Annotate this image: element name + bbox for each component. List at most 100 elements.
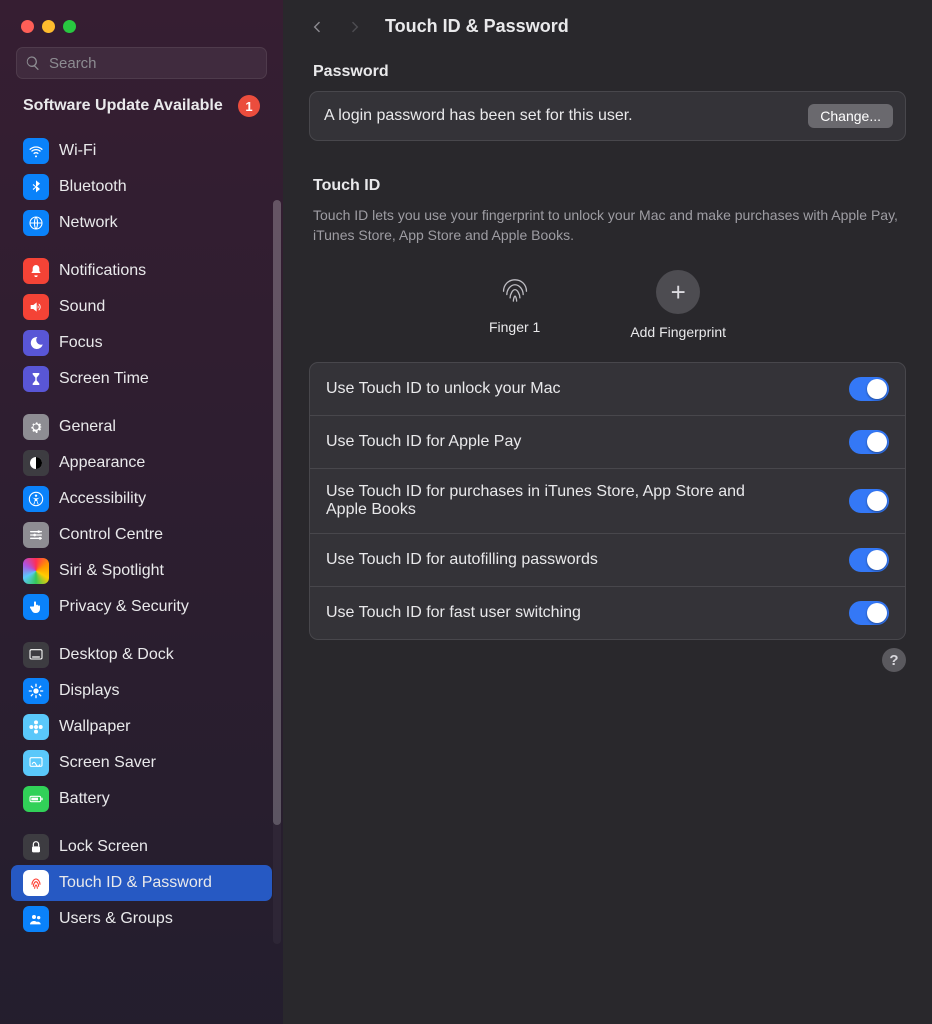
- users-icon: [23, 906, 49, 932]
- fingerprint-list: Finger 1 + Add Fingerprint: [309, 254, 906, 362]
- minimize-window-button[interactable]: [42, 20, 55, 33]
- sidebar-item-accessibility[interactable]: Accessibility: [11, 481, 272, 517]
- sidebar-item-general[interactable]: General: [11, 409, 272, 445]
- sidebar-item-notifications[interactable]: Notifications: [11, 253, 272, 289]
- close-window-button[interactable]: [21, 20, 34, 33]
- fingerprint-label: Finger 1: [489, 319, 540, 335]
- globe-icon: [23, 210, 49, 236]
- sidebar-item-displays[interactable]: Displays: [11, 673, 272, 709]
- plus-icon: +: [656, 270, 700, 314]
- toggle-row: Use Touch ID to unlock your Mac: [310, 363, 905, 415]
- wifi-icon: [23, 138, 49, 164]
- toggle-switch[interactable]: [849, 548, 889, 572]
- zoom-window-button[interactable]: [63, 20, 76, 33]
- search-icon: [25, 55, 41, 71]
- toggle-row: Use Touch ID for purchases in iTunes Sto…: [310, 468, 905, 533]
- toggle-row: Use Touch ID for autofilling passwords: [310, 533, 905, 586]
- help-button[interactable]: ?: [882, 648, 906, 672]
- sidebar-item-desktop-dock[interactable]: Desktop & Dock: [11, 637, 272, 673]
- update-badge: 1: [238, 95, 260, 117]
- gear-icon: [23, 414, 49, 440]
- page-title: Touch ID & Password: [385, 16, 569, 37]
- header: Touch ID & Password: [309, 16, 906, 37]
- sun-icon: [23, 678, 49, 704]
- search-input[interactable]: [47, 54, 258, 73]
- dock-icon: [23, 642, 49, 668]
- sidebar-item-label: Touch ID & Password: [59, 874, 212, 892]
- screensaver-icon: [23, 750, 49, 776]
- sidebar-item-wallpaper[interactable]: Wallpaper: [11, 709, 272, 745]
- lock-icon: [23, 834, 49, 860]
- nav-forward-icon[interactable]: [347, 17, 363, 37]
- sidebar-item-screen-saver[interactable]: Screen Saver: [11, 745, 272, 781]
- sidebar-item-label: Users & Groups: [59, 910, 173, 928]
- sidebar-item-lock-screen[interactable]: Lock Screen: [11, 829, 272, 865]
- sidebar-item-sound[interactable]: Sound: [11, 289, 272, 325]
- sidebar-item-label: Bluetooth: [59, 178, 127, 196]
- toggle-label: Use Touch ID for fast user switching: [326, 604, 581, 622]
- sidebar-item-label: Siri & Spotlight: [59, 562, 164, 580]
- fingerprint-item[interactable]: Finger 1: [489, 270, 540, 340]
- toggle-switch[interactable]: [849, 489, 889, 513]
- add-fingerprint-label: Add Fingerprint: [630, 324, 726, 340]
- sidebar-item-battery[interactable]: Battery: [11, 781, 272, 817]
- sidebar-item-touch-id-password[interactable]: Touch ID & Password: [11, 865, 272, 901]
- hourglass-icon: [23, 366, 49, 392]
- password-section-title: Password: [309, 55, 906, 91]
- hand-icon: [23, 594, 49, 620]
- sidebar-item-screen-time[interactable]: Screen Time: [11, 361, 272, 397]
- sidebar-item-label: Wi-Fi: [59, 142, 96, 160]
- fingerprint-icon: [23, 870, 49, 896]
- toggle-label: Use Touch ID for Apple Pay: [326, 433, 521, 451]
- software-update-row[interactable]: Software Update Available 1: [5, 91, 278, 127]
- add-fingerprint-button[interactable]: + Add Fingerprint: [630, 270, 726, 340]
- nav-back-icon[interactable]: [309, 17, 325, 37]
- sidebar-item-appearance[interactable]: Appearance: [11, 445, 272, 481]
- sidebar-item-privacy-security[interactable]: Privacy & Security: [11, 589, 272, 625]
- sidebar: Software Update Available 1 Wi-Fi Bluetoo…: [0, 0, 283, 1024]
- toggle-switch[interactable]: [849, 377, 889, 401]
- password-panel: A login password has been set for this u…: [309, 91, 906, 141]
- sidebar-item-label: Appearance: [59, 454, 145, 472]
- window-controls: [5, 0, 278, 47]
- sidebar-item-label: Wallpaper: [59, 718, 130, 736]
- toggle-switch[interactable]: [849, 430, 889, 454]
- sidebar-scrollbar-thumb[interactable]: [273, 200, 281, 825]
- search-field[interactable]: [16, 47, 267, 79]
- bell-icon: [23, 258, 49, 284]
- appearance-icon: [23, 450, 49, 476]
- software-update-label: Software Update Available: [23, 95, 223, 117]
- battery-icon: [23, 786, 49, 812]
- sidebar-item-label: General: [59, 418, 116, 436]
- sidebar-item-users-groups[interactable]: Users & Groups: [11, 901, 272, 937]
- touchid-toggle-list: Use Touch ID to unlock your Mac Use Touch…: [309, 362, 906, 640]
- sidebar-scrollbar-track[interactable]: [273, 200, 281, 944]
- accessibility-icon: [23, 486, 49, 512]
- sidebar-item-label: Desktop & Dock: [59, 646, 174, 664]
- sidebar-item-control-centre[interactable]: Control Centre: [11, 517, 272, 553]
- touchid-section-title: Touch ID: [309, 169, 906, 205]
- sidebar-item-network[interactable]: Network: [11, 205, 272, 241]
- sidebar-item-label: Notifications: [59, 262, 146, 280]
- sidebar-item-label: Network: [59, 214, 118, 232]
- sidebar-item-label: Privacy & Security: [59, 598, 189, 616]
- sidebar-item-wi-fi[interactable]: Wi-Fi: [11, 133, 272, 169]
- toggle-label: Use Touch ID for purchases in iTunes Sto…: [326, 483, 786, 519]
- fingerprint-icon: [497, 270, 533, 309]
- sidebar-item-focus[interactable]: Focus: [11, 325, 272, 361]
- sidebar-item-label: Control Centre: [59, 526, 163, 544]
- sidebar-item-label: Lock Screen: [59, 838, 148, 856]
- toggle-label: Use Touch ID to unlock your Mac: [326, 380, 560, 398]
- toggle-switch[interactable]: [849, 601, 889, 625]
- sidebar-item-label: Focus: [59, 334, 103, 352]
- password-description: A login password has been set for this u…: [324, 107, 633, 125]
- change-password-button[interactable]: Change...: [808, 104, 893, 128]
- sidebar-item-siri-spotlight[interactable]: Siri & Spotlight: [11, 553, 272, 589]
- sidebar-item-label: Accessibility: [59, 490, 146, 508]
- sidebar-item-label: Displays: [59, 682, 119, 700]
- speaker-icon: [23, 294, 49, 320]
- sidebar-item-bluetooth[interactable]: Bluetooth: [11, 169, 272, 205]
- toggle-row: Use Touch ID for Apple Pay: [310, 415, 905, 468]
- moon-icon: [23, 330, 49, 356]
- flower-icon: [23, 714, 49, 740]
